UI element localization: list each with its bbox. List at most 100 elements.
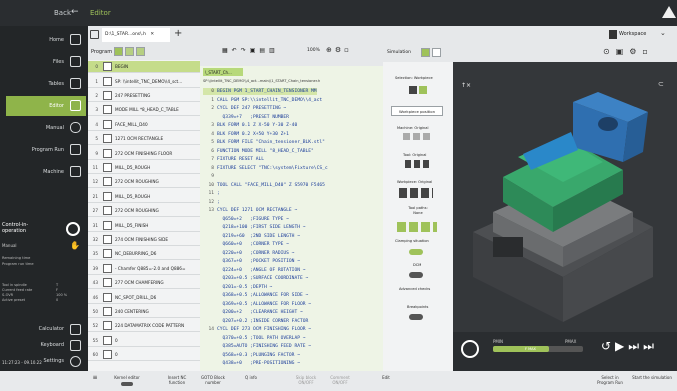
program-row[interactable]: 39 - Chamfer Q885=-2.0 and Q886= bbox=[88, 263, 200, 275]
close-icon[interactable]: ✕ bbox=[150, 32, 154, 37]
add-tab-icon[interactable]: + bbox=[174, 28, 182, 39]
softkey-skip-block[interactable]: Skip block ON/OFF bbox=[290, 373, 322, 389]
code-line[interactable]: 7 FIXTURE RESET ALL bbox=[203, 156, 264, 163]
program-row[interactable]: 3 MODE MILL *8_HEAD_C_TABLE bbox=[88, 104, 200, 117]
code-line[interactable]: 12; bbox=[203, 199, 219, 206]
tab-file[interactable]: D:\1_STAR...ons\.h ✕ bbox=[102, 28, 170, 42]
softkey-goto[interactable]: GOTO Block number bbox=[196, 373, 230, 389]
back-arrow-icon[interactable]: ← bbox=[71, 7, 79, 17]
machine-view-icons[interactable] bbox=[403, 133, 433, 140]
code-line[interactable]: 13 CYCL DEF 1271 OCM RECTANGLE ~ bbox=[203, 207, 297, 214]
nav-item-tables[interactable]: Tables bbox=[6, 74, 86, 94]
playback-controls-icon[interactable]: ↺▶⏭⏭ bbox=[601, 339, 658, 354]
code-line[interactable]: Q568=+0.3 ;PLUNGING FACTOR ~ bbox=[203, 352, 300, 359]
program-row[interactable]: 0 BEGIN bbox=[88, 61, 200, 74]
nav-item-manual[interactable]: Manual bbox=[6, 118, 86, 138]
program-row[interactable]: 32 274 OCM FINISHING SIDE bbox=[88, 234, 200, 247]
program-row[interactable]: 55 0 bbox=[88, 335, 200, 347]
program-row[interactable]: 12 272 OCM ROUGHING bbox=[88, 176, 200, 189]
code-line[interactable]: Q368=+0.5 ;ALLOWANCE FOR SIDE ~ bbox=[203, 292, 309, 299]
code-line[interactable]: Q369=+0.5 ;ALLOWANCE FOR FLOOR ~ bbox=[203, 301, 312, 308]
code-line[interactable]: 6 FUNCTION MODE MILL "8_HEAD_C_TABLE" bbox=[203, 148, 314, 155]
code-line[interactable]: Q207=+0.2 ;INSIDE CORNER FACTOR bbox=[203, 318, 309, 325]
code-line[interactable]: 5 BLK FORM FILE "Chain_tensioner_BLK.stl" bbox=[203, 139, 325, 146]
softkey-insert-nc-function[interactable]: Insert NC function bbox=[160, 373, 194, 389]
code-line[interactable]: Q220=+0 ;CORNER RADIUS ~ bbox=[203, 250, 295, 257]
nav-item-editor[interactable]: Editor bbox=[6, 96, 86, 116]
program-row[interactable]: 52 224 DATAMATRIX CODE PATTERN bbox=[88, 320, 200, 333]
start-simulation-button[interactable]: Start the simulation bbox=[632, 373, 672, 389]
workpiece-position-button[interactable]: Workpiece position bbox=[391, 106, 443, 116]
sim-list-button[interactable] bbox=[421, 48, 430, 57]
code-line[interactable]: Q367=+0 ;POCKET POSITION ~ bbox=[203, 258, 300, 265]
program-row[interactable]: 21 MILL_D5_ROUGH bbox=[88, 191, 200, 203]
program-row[interactable]: 11 MILL_D5_ROUGH bbox=[88, 162, 200, 175]
code-line[interactable]: Q660=+0 ;CORNER TYPE ~ bbox=[203, 241, 289, 248]
program-row[interactable]: 5 1271 OCM RECTANGLE bbox=[88, 133, 200, 146]
code-line[interactable]: Q203=+0.5 ;SURFACE COORDINATE ~ bbox=[203, 275, 309, 282]
nav-item-home[interactable]: Home bbox=[6, 30, 86, 50]
code-line[interactable]: Q200=+2 ;CLEARANCE HEIGHT ~ bbox=[203, 309, 303, 316]
code-line[interactable]: 2 CYCL DEF 247 PRESETTING ~ bbox=[203, 105, 286, 112]
code-line[interactable]: 11; bbox=[203, 190, 219, 197]
nav-item-files[interactable]: Files bbox=[6, 52, 86, 72]
filter-button[interactable] bbox=[136, 47, 145, 56]
workpiece-icon[interactable] bbox=[409, 86, 417, 94]
toggle-switch[interactable] bbox=[121, 382, 133, 386]
program-row[interactable]: 2 247 PRESETTING bbox=[88, 90, 200, 103]
code-line[interactable]: Q219=+60 ;2ND SIDE LENGTH ~ bbox=[203, 233, 300, 240]
select-in-program-run-button[interactable]: Select in Program Run bbox=[594, 373, 626, 389]
code-line[interactable]: Q385=AUTO ;FINISHING FEED RATE ~ bbox=[203, 343, 312, 350]
code-line[interactable]: Q438=+0 ;PRE-POSITIONING ~ bbox=[203, 360, 300, 367]
workpiece-view-icons[interactable] bbox=[399, 188, 433, 198]
clamping-toggle[interactable] bbox=[409, 249, 423, 255]
program-row[interactable]: 50 240 CENTERING bbox=[88, 306, 200, 319]
program-row[interactable]: 1 SP: \\intellit_TNC_DEMO\\4_sct... bbox=[88, 75, 200, 88]
code-line[interactable]: 1 CALL PGM SP:\\intellit_TNC_DEMO\\4_act bbox=[203, 97, 322, 104]
breakpoints-toggle[interactable] bbox=[409, 314, 423, 320]
program-row[interactable]: 43 277 OCM CHAMFERING bbox=[88, 277, 200, 290]
program-row[interactable]: 46 NC_SPOT_DRILL_D6 bbox=[88, 291, 200, 304]
code-line[interactable]: Q370=+0.5 ;TOOL PATH OVERLAP ~ bbox=[203, 335, 306, 342]
sim-grid-button[interactable] bbox=[432, 48, 441, 57]
code-line[interactable]: 14 CYCL DEF 273 OCM FINISHING FLOOR ~ bbox=[203, 326, 311, 333]
progress-track[interactable] bbox=[493, 346, 583, 352]
code-line[interactable]: Q201=-0.5 ;DEPTH ~ bbox=[203, 284, 273, 291]
code-line[interactable]: 8 FIXTURE SELECT "TNC:\system\Fixture\CS_… bbox=[203, 165, 327, 172]
code-line[interactable]: 9 bbox=[203, 173, 217, 180]
workspace-label[interactable]: Workspace bbox=[619, 31, 646, 37]
dcm-toggle[interactable] bbox=[409, 272, 423, 278]
nav-item-calculator[interactable]: Calculator bbox=[6, 322, 86, 336]
code-line[interactable]: 4 BLK FORM 0.2 X+50 Y+30 Z+1 bbox=[203, 131, 289, 138]
editor-search-icons[interactable]: ⊕⚙▫ bbox=[326, 46, 352, 54]
nav-item-program-run[interactable]: Program Run bbox=[6, 140, 86, 160]
program-row[interactable]: 27 272 OCM ROUGHING bbox=[88, 205, 200, 218]
zoom-level[interactable]: 100% bbox=[307, 48, 320, 53]
code-line[interactable]: Q339=+7 ;PRESET NUMBER bbox=[203, 114, 289, 121]
folder-icon[interactable] bbox=[90, 30, 99, 39]
simulation-viewport[interactable]: ↑× ⊂ bbox=[453, 62, 677, 332]
code-line[interactable]: 0 BEGIN PGM 1_START_CHAIN_TENSIONER MM bbox=[203, 88, 317, 96]
softkey-comment[interactable]: Comment ON/OFF bbox=[324, 373, 356, 389]
program-row[interactable]: 31 MILL_D5_FINISH bbox=[88, 219, 200, 232]
program-row[interactable]: 4 FACE_MILL_D40 bbox=[88, 119, 200, 131]
view-reset-icon[interactable]: ⊂ bbox=[658, 80, 664, 88]
program-row[interactable]: 9 272 OCM FINISHING FLOOR bbox=[88, 147, 200, 160]
code-line[interactable]: Q218=+100 ;FIRST SIDE LENGTH ~ bbox=[203, 224, 306, 231]
code-line[interactable]: Q650=+2 ;FIGURE TYPE ~ bbox=[203, 216, 289, 223]
record-icon[interactable] bbox=[461, 340, 479, 358]
code-line[interactable]: Q224=+0 ;ANGLE OF ROTATION ~ bbox=[203, 267, 306, 274]
editor-tab[interactable]: \_START_Ch... bbox=[203, 68, 243, 76]
back-label[interactable]: Back bbox=[54, 9, 71, 17]
code-line[interactable]: 10 TOOL CALL "FACE_MILL_D40" Z S5970 F546… bbox=[203, 182, 324, 189]
menu-icon[interactable]: ≡ bbox=[90, 373, 100, 389]
tool-path-buttons[interactable] bbox=[397, 222, 437, 232]
nav-item-machine[interactable]: Machine bbox=[6, 162, 86, 182]
workspace-chevron-icon[interactable]: ⌄ bbox=[660, 29, 666, 37]
code-line[interactable]: 3 BLK FORM 0.1 Z X-50 Y-30 Z-40 bbox=[203, 122, 297, 129]
nav-item-keyboard[interactable]: Keyboard bbox=[6, 338, 86, 352]
softkey-edit[interactable]: Edit bbox=[376, 373, 396, 389]
sim-view-icons[interactable]: ⊙▣⚙▫ bbox=[603, 47, 654, 56]
program-row[interactable]: 35 NC_DEBURRING_D6 bbox=[88, 248, 200, 261]
editor-toolbar-icons[interactable]: ▦↶↷▣▤▥ bbox=[222, 47, 279, 54]
